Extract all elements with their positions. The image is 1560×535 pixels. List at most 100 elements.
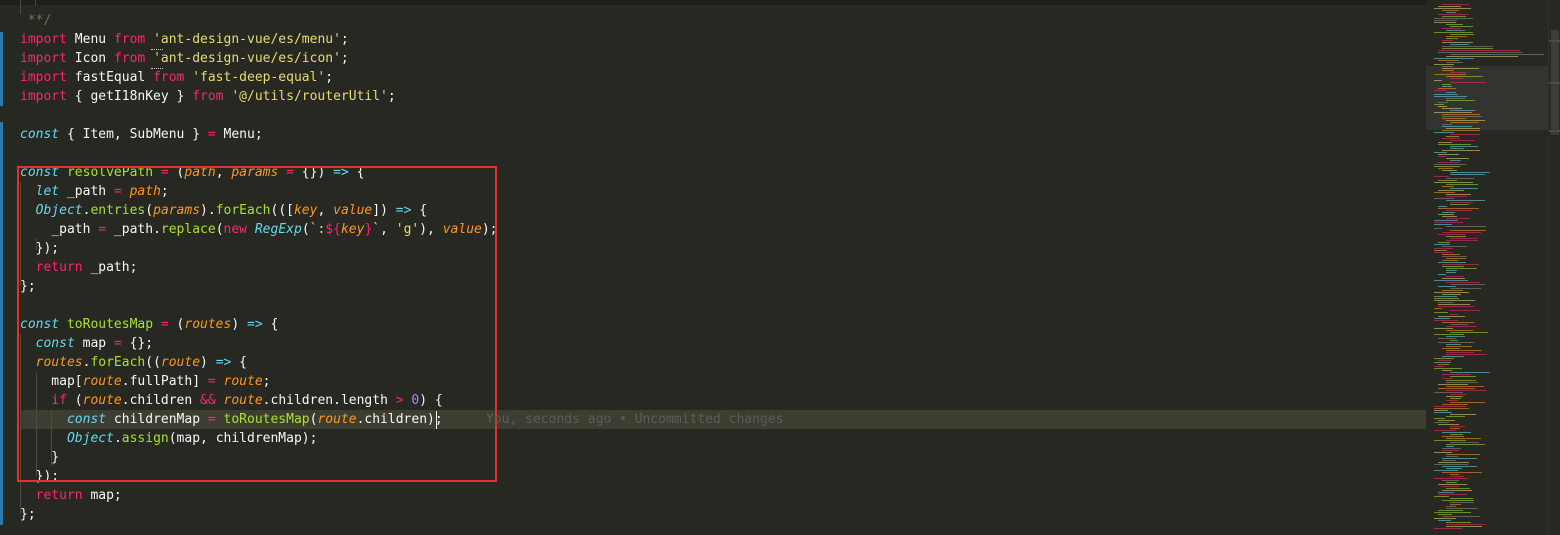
minimap-line [1450, 502, 1474, 503]
minimap-line [1450, 340, 1458, 341]
minimap-line [1450, 188, 1478, 189]
minimap-line [1450, 402, 1485, 403]
minimap-line [1446, 98, 1465, 99]
minimap-line [1450, 434, 1463, 435]
minimap-viewport[interactable] [1426, 66, 1548, 130]
code-token: Menu; [215, 127, 263, 142]
minimap-line [1450, 474, 1459, 475]
minimap-line [1450, 82, 1486, 83]
minimap-line [1446, 282, 1480, 283]
minimap-line [1438, 180, 1457, 181]
minimap-line [1434, 368, 1462, 369]
minimap-line [1442, 116, 1482, 117]
minimap-line [1442, 264, 1479, 265]
code-line[interactable]: **/ [20, 11, 52, 30]
minimap-line [1434, 478, 1468, 479]
code-line[interactable]: return map; [20, 486, 122, 505]
minimap-line [1434, 334, 1464, 335]
indent-guide [35, 0, 36, 6]
minimap-line [1434, 422, 1449, 423]
minimap-line [1434, 296, 1457, 297]
minimap-line [1446, 210, 1472, 211]
minimap-line [1446, 276, 1464, 277]
minimap-line [1450, 172, 1490, 173]
minimap-line [1434, 80, 1442, 81]
minimap-line [1442, 28, 1461, 29]
minimap-line [1442, 472, 1482, 473]
minimap-line [1434, 318, 1450, 319]
minimap-line [1450, 314, 1458, 315]
minimap-line [1438, 304, 1470, 305]
minimap-line [1450, 238, 1478, 239]
minimap-line [1442, 450, 1459, 451]
minimap-line [1438, 364, 1449, 365]
minimap-line [1442, 124, 1452, 125]
code-token: Menu [66, 32, 114, 47]
minimap-line [1446, 506, 1456, 507]
minimap-line [1442, 404, 1468, 405]
editor-pane[interactable]: **/ import Menu from 'ant-design-vue/es/m… [0, 0, 1426, 535]
minimap-line [1446, 508, 1478, 509]
minimap-line [1434, 512, 1471, 513]
minimap-line [1442, 10, 1459, 11]
minimap-line [1442, 436, 1464, 437]
vertical-scrollbar[interactable] [1548, 0, 1560, 535]
minimap-line [1446, 136, 1459, 137]
minimap-line [1434, 366, 1444, 367]
code-line[interactable]: import Icon from 'ant-design-vue/es/icon… [20, 49, 349, 68]
minimap-line [1446, 330, 1473, 331]
minimap-line [1438, 514, 1452, 515]
minimap-line [1442, 278, 1465, 279]
minimap-line [1434, 192, 1455, 193]
minimap-line [1446, 62, 1463, 63]
scrollbar-marker [1549, 82, 1560, 84]
minimap-line [1446, 522, 1471, 523]
minimap-line [1438, 316, 1465, 317]
minimap-line [1446, 454, 1480, 455]
minimap-line [1446, 240, 1478, 241]
minimap-line [1434, 90, 1447, 91]
minimap-line [1450, 54, 1544, 55]
code-line[interactable]: const { Item, SubMenu } = Menu; [20, 125, 263, 144]
code-token: from [113, 32, 146, 47]
minimap-line [1438, 462, 1469, 463]
minimap-line [1442, 516, 1480, 517]
minimap-line [1434, 244, 1450, 245]
import-path-underline [151, 68, 163, 69]
minimap-line [1438, 492, 1454, 493]
minimap-line [1446, 326, 1477, 327]
minimap-line [1450, 498, 1473, 499]
scrollbar-marker [1549, 130, 1560, 132]
minimap-line [1442, 70, 1454, 71]
minimap-line [1434, 408, 1469, 409]
minimap-line [1434, 94, 1458, 95]
minimap[interactable] [1426, 0, 1548, 535]
minimap-line [1434, 528, 1462, 529]
code-token: ; [325, 70, 334, 85]
minimap-line [1434, 418, 1445, 419]
minimap-line [1442, 266, 1464, 267]
minimap-line [1442, 448, 1461, 449]
minimap-line [1442, 466, 1477, 467]
minimap-line [1434, 166, 1460, 167]
text-cursor [436, 411, 437, 429]
minimap-line [1438, 214, 1454, 215]
minimap-line [1442, 246, 1467, 247]
minimap-line [1434, 152, 1447, 153]
minimap-line [1434, 18, 1473, 19]
minimap-line [1438, 142, 1452, 143]
code-token: **/ [20, 13, 52, 28]
minimap-line [1442, 458, 1477, 459]
code-line[interactable]: import { getI18nKey } from '@/utils/rout… [20, 87, 396, 106]
code-line[interactable]: import Menu from 'ant-design-vue/es/menu… [20, 30, 349, 49]
code-line[interactable]: }; [20, 505, 36, 524]
code-line[interactable]: import fastEqual from 'fast-deep-equal'; [20, 68, 333, 87]
minimap-line [1434, 464, 1468, 465]
minimap-line [1446, 218, 1470, 219]
minimap-line [1450, 398, 1461, 399]
minimap-line [1438, 208, 1479, 209]
minimap-line [1446, 482, 1457, 483]
minimap-line [1434, 300, 1475, 301]
minimap-line [1442, 150, 1480, 151]
minimap-line [1446, 446, 1454, 447]
